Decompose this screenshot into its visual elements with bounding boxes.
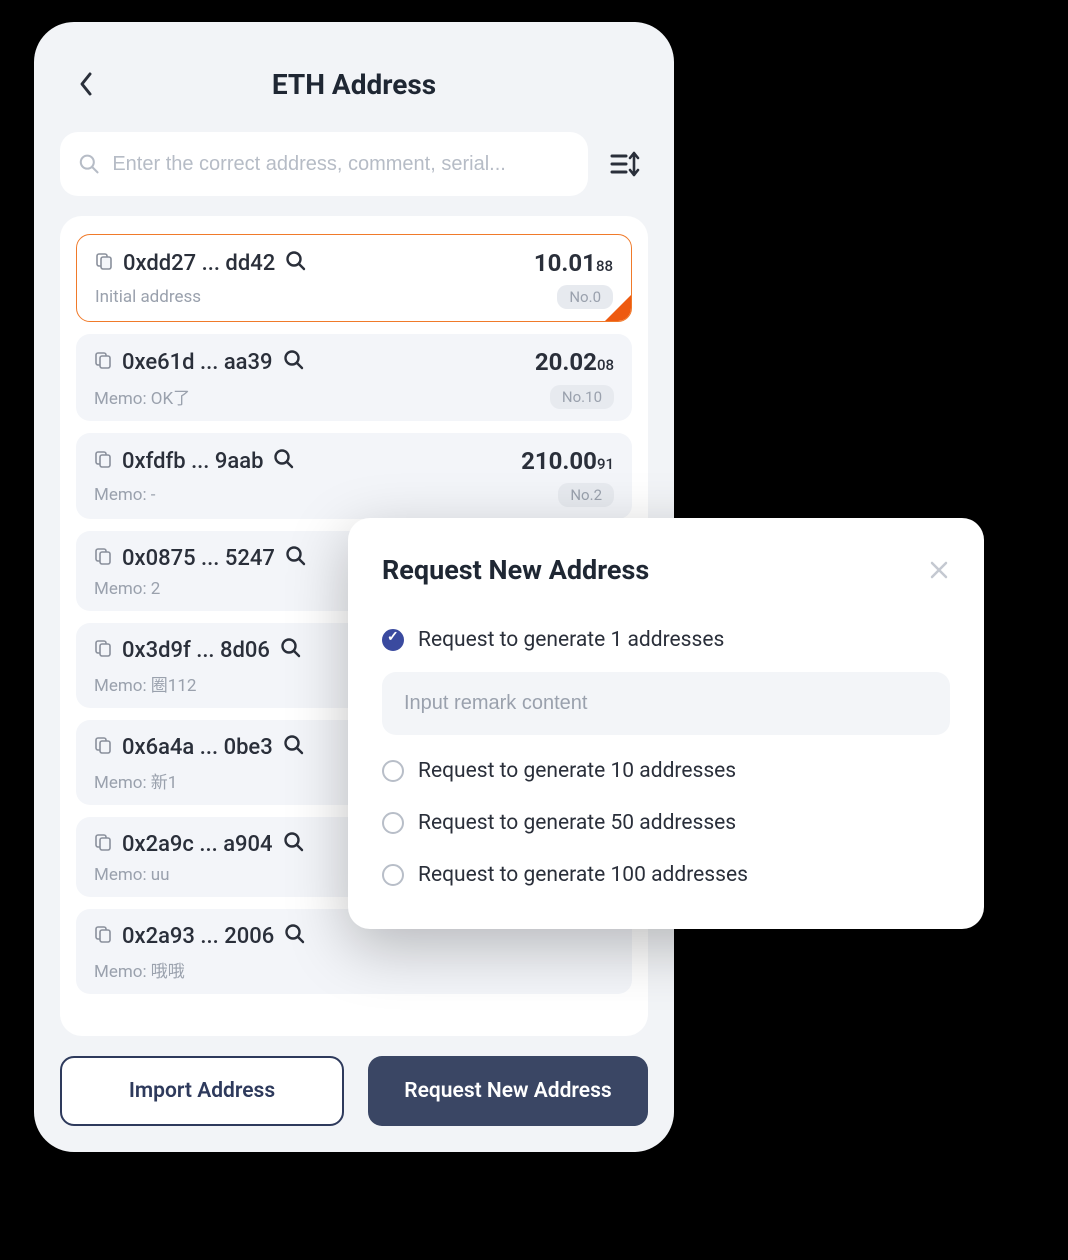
generate-option[interactable]: Request to generate 50 addresses [382,797,950,849]
memo-text: Memo: - [94,485,156,505]
modal-header: Request New Address [382,554,950,586]
search-address-icon[interactable] [283,734,305,760]
search-row [60,132,648,196]
search-address-icon[interactable] [273,448,295,474]
address-text: 0x2a9c ... a904 [122,832,273,857]
address-item[interactable]: 0xe61d ... aa39 20.0208 Memo: OK了 No.10 [76,334,632,421]
address-row-memo: Initial address No.0 [95,285,613,309]
option-label: Request to generate 50 addresses [418,811,736,835]
generate-option[interactable]: Request to generate 1 addresses [382,614,950,666]
memo-text: Initial address [95,287,201,307]
generate-option[interactable]: Request to generate 10 addresses [382,745,950,797]
address-row-main: 0xe61d ... aa39 20.0208 [94,348,614,376]
memo-text: Memo: uu [94,865,170,885]
footer-actions: Import Address Request New Address [60,1056,648,1126]
import-address-button[interactable]: Import Address [60,1056,344,1126]
address-row-memo: Memo: - No.2 [94,483,614,507]
radio-unchecked-icon[interactable] [382,760,404,782]
modal-title: Request New Address [382,554,649,586]
memo-text: Memo: OK了 [94,384,190,409]
address-text: 0x0875 ... 5247 [122,546,275,571]
copy-icon[interactable] [94,547,112,569]
index-badge: No.0 [557,285,613,309]
copy-icon[interactable] [94,925,112,947]
request-new-address-button[interactable]: Request New Address [368,1056,648,1126]
balance-value: 10.0188 [534,249,613,277]
address-row-main: 0xdd27 ... dd42 10.0188 [95,249,613,277]
search-address-icon[interactable] [284,923,306,949]
address-row-main: 0xfdfb ... 9aab 210.0091 [94,447,614,475]
back-button[interactable] [68,66,104,102]
copy-icon[interactable] [94,351,112,373]
option-label: Request to generate 1 addresses [418,628,724,652]
address-row-memo: Memo: OK了 No.10 [94,384,614,409]
address-text: 0x3d9f ... 8d06 [122,638,270,663]
copy-icon[interactable] [95,252,113,274]
address-item[interactable]: 0xdd27 ... dd42 10.0188 Initial address No.… [76,234,632,322]
search-icon [78,152,100,176]
radio-unchecked-icon[interactable] [382,864,404,886]
option-label: Request to generate 100 addresses [418,863,748,887]
sort-button[interactable] [604,142,648,186]
radio-unchecked-icon[interactable] [382,812,404,834]
generate-option[interactable]: Request to generate 100 addresses [382,849,950,901]
request-address-modal: Request New Address Request to generate … [348,518,984,929]
radio-checked-icon[interactable] [382,629,404,651]
memo-text: Memo: 哦哦 [94,957,185,982]
balance-value: 20.0208 [535,348,614,376]
address-row-memo: Memo: 哦哦 [94,957,614,982]
copy-icon[interactable] [94,450,112,472]
search-address-icon[interactable] [283,831,305,857]
memo-text: Memo: 圈112 [94,671,196,696]
search-address-icon[interactable] [285,250,307,276]
copy-icon[interactable] [94,736,112,758]
page-title: ETH Address [272,68,436,101]
address-text: 0xdd27 ... dd42 [123,251,275,276]
search-box[interactable] [60,132,588,196]
search-address-icon[interactable] [280,637,302,663]
balance-value: 210.0091 [521,447,614,475]
address-text: 0x6a4a ... 0be3 [122,735,273,760]
sort-icon [610,149,642,179]
option-label: Request to generate 10 addresses [418,759,736,783]
close-icon[interactable] [928,559,950,581]
memo-text: Memo: 新1 [94,768,177,793]
search-address-icon[interactable] [285,545,307,571]
address-text: 0x2a93 ... 2006 [122,924,274,949]
index-badge: No.2 [558,483,614,507]
chevron-left-icon [76,70,96,98]
search-input[interactable] [112,153,570,176]
index-badge: No.10 [550,385,614,409]
remark-input[interactable] [382,672,950,735]
address-text: 0xfdfb ... 9aab [122,449,263,474]
copy-icon[interactable] [94,833,112,855]
address-item[interactable]: 0xfdfb ... 9aab 210.0091 Memo: - No.2 [76,433,632,519]
header: ETH Address [60,54,648,114]
address-text: 0xe61d ... aa39 [122,350,273,375]
copy-icon[interactable] [94,639,112,661]
search-address-icon[interactable] [283,349,305,375]
memo-text: Memo: 2 [94,579,160,599]
